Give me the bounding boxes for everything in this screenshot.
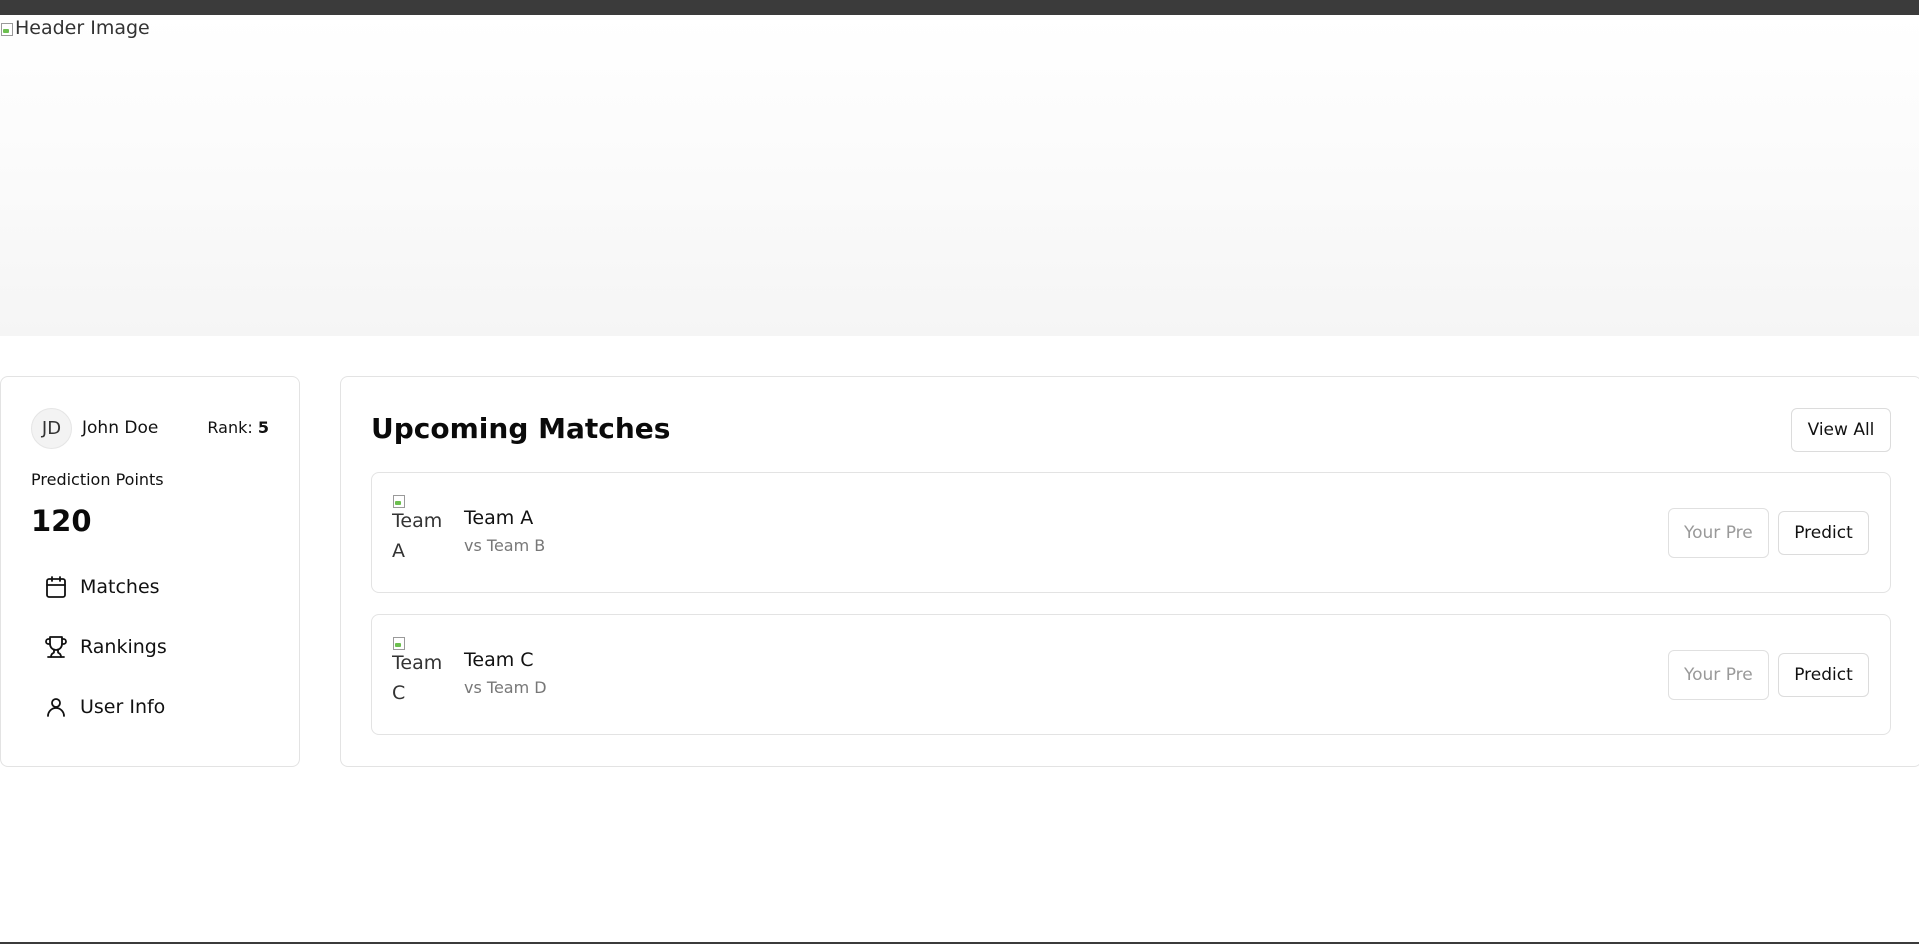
trophy-icon [45,636,67,658]
team-name: Team A [464,507,534,529]
nav-item-label: Matches [80,576,160,598]
team-logo: Team A [392,495,444,567]
section-title: Upcoming Matches [371,412,671,445]
upcoming-matches-card: Upcoming Matches View All Team A Team A … [340,376,1919,767]
prediction-input[interactable] [1668,650,1769,700]
nav-item-matches[interactable]: Matches [44,569,274,605]
rank: Rank: 5 [207,418,269,437]
user-name: John Doe [82,418,159,438]
broken-image-icon [0,21,13,36]
user-icon [47,698,65,717]
nav-item-label: Rankings [80,636,167,658]
header-banner: Header Image [0,15,1919,336]
rank-label: Rank: [207,418,253,437]
prediction-input[interactable] [1668,508,1769,558]
team-logo-alt: Team C [392,652,443,704]
opponent-name: vs Team B [464,536,546,555]
predict-button[interactable]: Predict [1778,653,1869,697]
header-ghost-title [620,145,1300,185]
match-row: Team C Team C vs Team D Predict [371,614,1891,735]
nav-item-user-info[interactable]: User Info [44,689,274,725]
header-image-alt: Header Image [15,17,150,39]
calendar-icon [46,576,66,598]
header-image: Header Image [0,19,150,38]
prediction-points-value: 120 [31,504,92,538]
team-name: Team C [464,649,534,671]
nav-item-label: User Info [80,696,166,718]
browser-top-bar [0,0,1919,15]
opponent-name: vs Team D [464,678,547,697]
team-logo-alt: Team A [392,510,443,562]
view-all-button[interactable]: View All [1791,408,1891,452]
match-row: Team A Team A vs Team B Predict [371,472,1891,593]
nav-item-rankings[interactable]: Rankings [44,629,274,665]
rank-value: 5 [257,418,269,437]
team-logo: Team C [392,637,444,709]
predict-button[interactable]: Predict [1778,511,1869,555]
avatar: JD [31,408,72,449]
prediction-points-label: Prediction Points [31,470,164,489]
